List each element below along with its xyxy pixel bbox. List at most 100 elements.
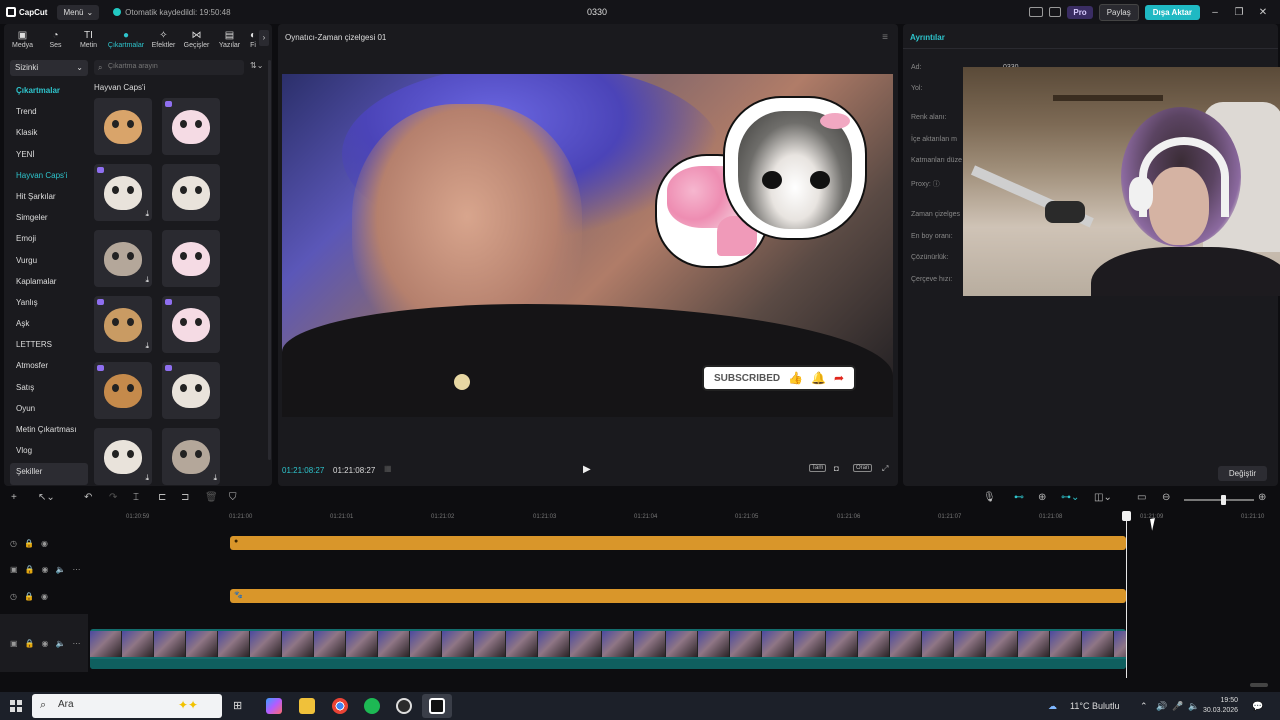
lock-icon[interactable]: 🔒 (24, 539, 34, 548)
eye-icon[interactable]: ◉ (42, 639, 49, 648)
subscribed-sticker[interactable]: SUBSCRIBED 👍 🔔 ➦ (704, 367, 854, 389)
pro-badge[interactable]: Pro (1067, 5, 1093, 19)
tab-effects[interactable]: ✧ Efektler (147, 30, 180, 52)
taskbar-clock[interactable]: 19:50 30.03.2026 (1203, 696, 1238, 716)
notification-icon[interactable]: 💬 (1252, 701, 1263, 712)
sticker-thumb[interactable] (94, 362, 152, 419)
maximize-icon[interactable]: ❐ (1230, 7, 1248, 18)
undo-icon[interactable]: ↶ (84, 492, 92, 503)
shield-icon[interactable]: ⛉ (229, 492, 237, 503)
filter-sort-icon[interactable]: ⇅⌄ (250, 61, 263, 70)
zoom-out-icon[interactable]: ⊖ (1162, 492, 1170, 503)
share-button[interactable]: Paylaş (1098, 3, 1139, 21)
delete-icon[interactable]: 🗑 (205, 492, 218, 503)
panel-scrollbar[interactable] (268, 60, 271, 460)
split-left-icon[interactable]: ⊏ (158, 492, 166, 503)
download-icon[interactable]: ⤓ (213, 473, 217, 483)
category-item[interactable]: Çıkartmalar (10, 82, 88, 103)
sticker-thumb[interactable]: ⤓ (162, 428, 220, 485)
category-item[interactable]: Şekiller (10, 463, 88, 485)
tab-filters[interactable]: ◐ Fi (246, 30, 260, 52)
split-icon[interactable]: ⌶ (133, 492, 139, 503)
tab-stickers[interactable]: ● Çıkartmalar (105, 30, 147, 52)
capcut-app-icon[interactable] (429, 698, 445, 714)
category-item[interactable]: Aşk (10, 315, 88, 336)
tab-transitions[interactable]: ⋈ Geçişler (180, 30, 213, 52)
sticker-search-input[interactable]: ⌕ Çıkartma arayın (94, 60, 244, 75)
category-item[interactable]: Hayvan Caps'i (10, 167, 88, 188)
snap-icon[interactable]: ⊕ (1038, 492, 1046, 503)
category-item[interactable]: Emoji (10, 230, 88, 251)
category-item[interactable]: Trend (10, 103, 88, 124)
sticker-thumb[interactable]: ⤓ (94, 230, 152, 287)
tab-text[interactable]: TI Metin (72, 30, 105, 52)
download-icon[interactable]: ⤓ (145, 275, 149, 285)
playhead-handle[interactable] (1122, 511, 1131, 521)
close-icon[interactable]: ✕ (1254, 7, 1272, 18)
magnet-link-icon[interactable]: ⊷ (1014, 492, 1024, 503)
video-clip[interactable] (90, 629, 1126, 669)
category-item[interactable]: Kaplamalar (10, 273, 88, 294)
download-icon[interactable]: ⤓ (145, 209, 149, 219)
info-icon[interactable]: ⓘ (933, 181, 940, 188)
sticker-thumb[interactable] (162, 362, 220, 419)
caption-icon[interactable]: ▭ (1137, 492, 1146, 503)
sticker-thumb[interactable]: ⤓ (94, 296, 152, 353)
category-dropdown[interactable]: Sizinki ⌄ (10, 60, 88, 76)
category-item[interactable]: Hit Şarkılar (10, 188, 88, 209)
windows-start-icon[interactable] (10, 700, 22, 712)
screenshot-icon[interactable]: ◘ (834, 464, 839, 473)
eye-icon[interactable]: ◉ (42, 565, 49, 574)
caption-track-icon[interactable]: ▣ (10, 639, 18, 648)
zoom-slider-handle[interactable] (1221, 495, 1226, 505)
category-item[interactable]: Metin Çıkartması (10, 421, 88, 442)
timeline-grid-icon[interactable]: ▦ (384, 464, 392, 473)
zoom-slider[interactable] (1184, 499, 1254, 501)
weather-icon[interactable]: ☁ (1048, 701, 1057, 712)
shortcut-icon[interactable] (1049, 7, 1062, 17)
more-icon[interactable]: ⋯ (72, 565, 80, 574)
task-view-icon[interactable]: ⊞ (233, 699, 242, 712)
sticker-thumb[interactable]: ⤓ (94, 164, 152, 221)
hamburger-menu-icon[interactable]: ≡ (882, 32, 888, 43)
fullres-button[interactable]: Tam (809, 464, 827, 472)
clock-icon[interactable]: ◷ (10, 539, 17, 548)
category-item[interactable]: Klasik (10, 124, 88, 145)
fullscreen-icon[interactable]: ⤢ (882, 464, 888, 474)
tab-media[interactable]: ▣ Medya (6, 30, 39, 52)
category-item[interactable]: Oyun (10, 400, 88, 421)
caption-track-icon[interactable]: ▣ (10, 565, 18, 574)
category-item[interactable]: Vlog (10, 442, 88, 463)
lock-icon[interactable]: 🔒 (25, 565, 35, 574)
sticker-clip[interactable]: 🐾 (230, 589, 1126, 603)
volume-icon[interactable]: 🔊 (1156, 701, 1167, 712)
category-item[interactable]: Atmosfer (10, 357, 88, 378)
file-explorer-icon[interactable] (299, 698, 315, 714)
sticker-thumb[interactable] (162, 98, 220, 155)
speaker-icon[interactable]: 🔈 (56, 639, 66, 648)
preview-axis-icon[interactable]: ◫⌄ (1094, 492, 1112, 503)
eye-icon[interactable]: ◉ (41, 539, 48, 548)
tab-captions[interactable]: ▤ Yazılar (213, 30, 246, 52)
export-button[interactable]: Dışa Aktar (1144, 4, 1200, 20)
menu-button[interactable]: Menü ⌄ (57, 4, 100, 20)
ratio-button[interactable]: Oran (853, 464, 873, 472)
more-icon[interactable]: ⋯ (72, 639, 80, 648)
obs-icon[interactable] (396, 698, 412, 714)
category-item[interactable]: Satış (10, 379, 88, 400)
tab-audio[interactable]: ◔ Ses (39, 30, 72, 52)
link-clips-icon[interactable]: ⊶⌄ (1061, 492, 1079, 503)
minimize-icon[interactable]: – (1206, 7, 1224, 18)
lock-icon[interactable]: 🔒 (24, 592, 34, 601)
add-track-icon[interactable]: + (11, 492, 17, 503)
tabs-scroll-right-icon[interactable]: › (259, 30, 269, 46)
tray-chevron-up-icon[interactable]: ⌃ (1140, 701, 1148, 712)
video-preview[interactable]: SUBSCRIBED 👍 🔔 ➦ (282, 74, 893, 417)
sticker-thumb[interactable]: ⤓ (94, 428, 152, 485)
category-item[interactable]: Simgeler (10, 209, 88, 230)
copilot-app-icon[interactable] (266, 698, 282, 714)
download-icon[interactable]: ⤓ (145, 341, 149, 351)
zoom-in-icon[interactable]: ⊕ (1258, 492, 1266, 503)
sticker-thumb[interactable] (94, 98, 152, 155)
timeline-ruler[interactable] (90, 511, 1280, 525)
